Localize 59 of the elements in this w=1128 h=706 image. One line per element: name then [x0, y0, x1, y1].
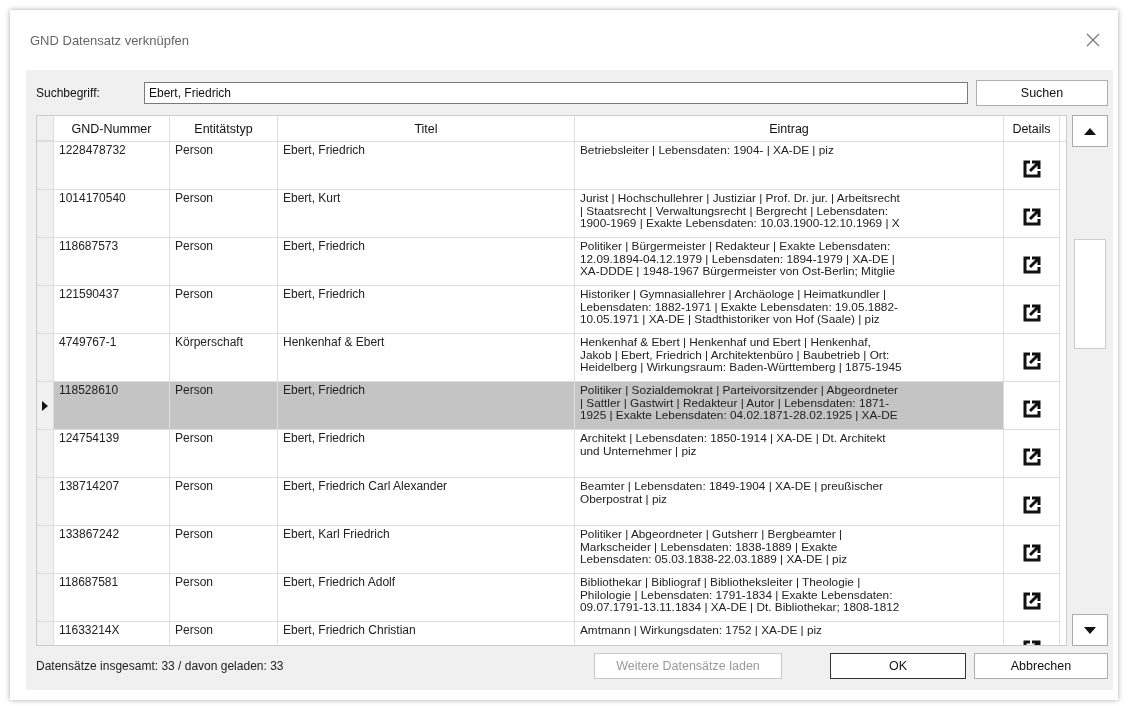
table-cell: Politiker | Abgeordneter | Gutsherr | Bergbeamter | Markscheider | Lebensdaten: 1838-1889 | Exakte Lebensdaten: 05.03.1838-22.03.1889 | XA-DE | piz — [575, 526, 1004, 574]
current-row-icon — [42, 400, 48, 411]
table-cell: Ebert, Friedrich Adolf — [278, 574, 575, 622]
column-header[interactable]: GND-Nummer — [54, 116, 170, 141]
table-cell: Politiker | Bürgermeister | Redakteur | Exakte Lebensdaten: 12.09.1894-04.12.1979 | Lebensdaten: 1894-1979 | XA-DE | XA-DDDE | 1948-1967 Bürgermeister von Ost-Berlin; Mitglie — [575, 238, 1004, 286]
down-arrow-icon — [1084, 626, 1096, 634]
status-text: Datensätze insgesamt: 33 / davon geladen: 33 — [36, 659, 285, 673]
table-cell: Architekt | Lebensdaten: 1850-1914 | XA-DE | Dt. Architekt und Unternehmer | piz — [575, 430, 1004, 478]
table-cell: 124754139 — [54, 430, 170, 478]
table-cell: Person — [170, 574, 278, 622]
table-cell: 118687573 — [54, 238, 170, 286]
table-cell: Person — [170, 478, 278, 526]
table-cell: 118687581 — [54, 574, 170, 622]
table-cell: Ebert, Friedrich — [278, 430, 575, 478]
row-header[interactable] — [37, 382, 54, 430]
table-cell: Ebert, Friedrich — [278, 142, 575, 190]
table-cell: Betriebsleiter | Lebensdaten: 1904- | XA-DE | piz — [575, 142, 1004, 190]
table-cell: Ebert, Friedrich — [278, 286, 575, 334]
cancel-button[interactable]: Abbrechen — [974, 653, 1108, 679]
column-header[interactable]: Titel — [278, 116, 575, 141]
table-cell: 118528610 — [54, 382, 170, 430]
table-cell: Ebert, Kurt — [278, 190, 575, 238]
search-button[interactable]: Suchen — [976, 80, 1108, 106]
table-cell: Person — [170, 526, 278, 574]
table-cell: Person — [170, 190, 278, 238]
table-cell: Ebert, Friedrich — [278, 382, 575, 430]
column-header[interactable]: Details — [1004, 116, 1060, 141]
table-cell: Person — [170, 430, 278, 478]
ok-button[interactable]: OK — [830, 653, 966, 679]
table-cell: Historiker | Gymnasiallehrer | Archäologe | Heimatkundler | Lebensdaten: 1882-1971 | Exakte Lebensdaten: 19.05.1882- 10.05.1971 | XA-DE | Stadthistoriker von Hof (Saale) | piz — [575, 286, 1004, 334]
table-cell: Person — [170, 238, 278, 286]
scroll-up-button[interactable] — [1072, 115, 1108, 147]
table-cell: 1228478732 — [54, 142, 170, 190]
table-cell: Beamter | Lebensdaten: 1849-1904 | XA-DE | preußischer Oberpostrat | piz — [575, 478, 1004, 526]
window-title: GND Datensatz verknüpfen — [30, 32, 189, 48]
table-cell: 1014170540 — [54, 190, 170, 238]
table-cell: Jurist | Hochschullehrer | Justiziar | Prof. Dr. jur. | Arbeitsrecht | Staatsrecht | Verwaltungsrecht | Bergrecht | Lebensdaten: 1900-1969 | Exakte Lebensdaten: 10.03.1900-12.10.1969 | X — [575, 190, 1004, 238]
search-field[interactable]: Ebert, Friedrich — [144, 82, 968, 104]
table-cell: Politiker | Sozialdemokrat | Parteivorsitzender | Abgeordneter | Sattler | Gastwirt | Redakteur | Autor | Lebensdaten: 1871- 1925 | Exakte Lebensdaten: 04.02.1871-28.02.1925 | XA-DE — [575, 382, 1004, 430]
table-cell: Ebert, Friedrich — [278, 238, 575, 286]
table-cell: 121590437 — [54, 286, 170, 334]
table-cell: 133867242 — [54, 526, 170, 574]
table-cell: 138714207 — [54, 478, 170, 526]
table-cell: Ebert, Friedrich Christian — [278, 622, 575, 645]
table-cell: 11633214X — [54, 622, 170, 645]
scroll-thumb[interactable] — [1074, 239, 1106, 349]
search-label: Suchbegriff: — [36, 86, 101, 100]
table-cell: Ebert, Friedrich Carl Alexander — [278, 478, 575, 526]
table-cell: Person — [170, 382, 278, 430]
table-cell: Person — [170, 142, 278, 190]
table-cell: Ebert, Karl Friedrich — [278, 526, 575, 574]
table-cell: Person — [170, 622, 278, 645]
column-header[interactable]: Eintrag — [575, 116, 1004, 141]
column-header[interactable]: Entitätstyp — [170, 116, 278, 141]
close-icon[interactable] — [1086, 33, 1100, 47]
up-arrow-icon — [1084, 127, 1096, 135]
table-cell: Person — [170, 286, 278, 334]
table-cell: Bibliothekar | Bibliograf | Bibliotheksleiter | Theologie | Philologie | Lebensdaten: 1791-1834 | Exakte Lebensdaten: 09.07.1791-13.11.1834 | XA-DE | Dt. Bibliothekar; 1808-1812 — [575, 574, 1004, 622]
scroll-down-button[interactable] — [1072, 614, 1108, 646]
